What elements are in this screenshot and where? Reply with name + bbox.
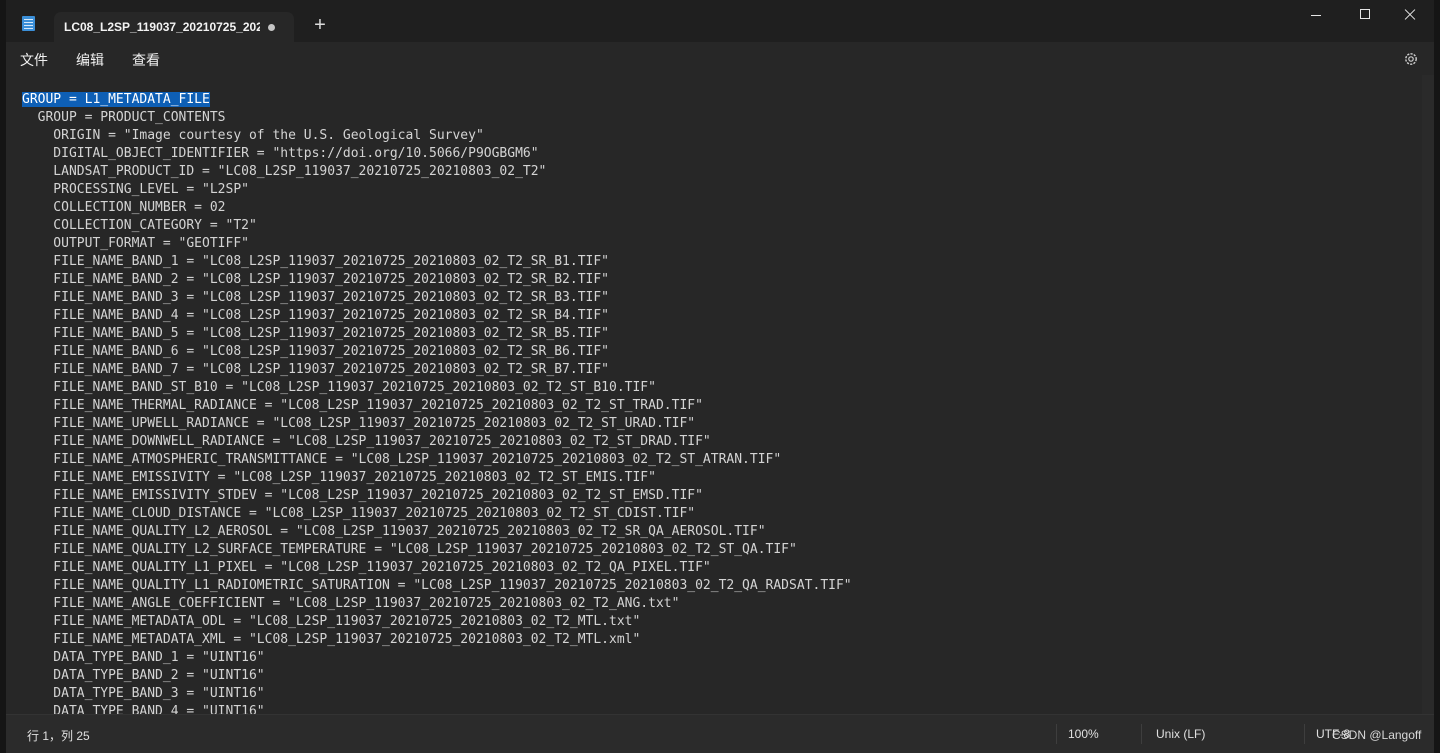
- close-button[interactable]: [1391, 4, 1431, 26]
- editor-line[interactable]: DATA_TYPE_BAND_1 = "UINT16": [22, 649, 852, 667]
- line-text: FILE_NAME_UPWELL_RADIANCE = "LC08_L2SP_1…: [22, 416, 696, 431]
- line-text: LANDSAT_PRODUCT_ID = "LC08_L2SP_119037_2…: [22, 164, 547, 179]
- editor-line[interactable]: COLLECTION_CATEGORY = "T2": [22, 217, 852, 235]
- line-text: FILE_NAME_BAND_5 = "LC08_L2SP_119037_202…: [22, 326, 609, 341]
- editor-line[interactable]: GROUP = PRODUCT_CONTENTS: [22, 109, 852, 127]
- editor-line[interactable]: FILE_NAME_QUALITY_L1_RADIOMETRIC_SATURAT…: [22, 577, 852, 595]
- line-text: FILE_NAME_BAND_6 = "LC08_L2SP_119037_202…: [22, 344, 609, 359]
- editor-line[interactable]: DATA_TYPE_BAND_3 = "UINT16": [22, 685, 852, 703]
- status-divider: [1304, 724, 1305, 744]
- new-tab-plus-icon[interactable]: +: [310, 14, 330, 36]
- menu-edit[interactable]: 编辑: [76, 50, 104, 70]
- line-text: FILE_NAME_METADATA_ODL = "LC08_L2SP_1190…: [22, 614, 641, 629]
- line-text: FILE_NAME_BAND_3 = "LC08_L2SP_119037_202…: [22, 290, 609, 305]
- status-divider: [1056, 724, 1057, 744]
- editor-line[interactable]: FILE_NAME_METADATA_XML = "LC08_L2SP_1190…: [22, 631, 852, 649]
- tab-title: LC08_L2SP_119037_20210725_20210803_02_T2…: [64, 20, 260, 34]
- editor-line[interactable]: COLLECTION_NUMBER = 02: [22, 199, 852, 217]
- unsaved-dot-icon[interactable]: [268, 24, 275, 31]
- editor-line[interactable]: ORIGIN = "Image courtesy of the U.S. Geo…: [22, 127, 852, 145]
- line-text: FILE_NAME_EMISSIVITY = "LC08_L2SP_119037…: [22, 470, 656, 485]
- editor-line[interactable]: FILE_NAME_QUALITY_L2_SURFACE_TEMPERATURE…: [22, 541, 852, 559]
- editor-line[interactable]: FILE_NAME_QUALITY_L2_AEROSOL = "LC08_L2S…: [22, 523, 852, 541]
- selected-text: GROUP = L1_METADATA_FILE: [22, 92, 210, 107]
- status-bar: 行 1，列 25 100% Unix (LF) UTF-8: [6, 714, 1434, 753]
- line-text: FILE_NAME_DOWNWELL_RADIANCE = "LC08_L2SP…: [22, 434, 711, 449]
- line-text: PROCESSING_LEVEL = "L2SP": [22, 182, 249, 197]
- settings-gear-icon[interactable]: [1403, 51, 1419, 67]
- watermark-text: CSDN @Langoff: [1332, 728, 1422, 742]
- zoom-level[interactable]: 100%: [1068, 727, 1099, 741]
- editor-line[interactable]: FILE_NAME_BAND_ST_B10 = "LC08_L2SP_11903…: [22, 379, 852, 397]
- editor-line[interactable]: FILE_NAME_BAND_3 = "LC08_L2SP_119037_202…: [22, 289, 852, 307]
- minimize-button[interactable]: [1296, 4, 1336, 26]
- line-text: ORIGIN = "Image courtesy of the U.S. Geo…: [22, 128, 484, 143]
- editor-line[interactable]: OUTPUT_FORMAT = "GEOTIFF": [22, 235, 852, 253]
- editor-line[interactable]: FILE_NAME_ANGLE_COEFFICIENT = "LC08_L2SP…: [22, 595, 852, 613]
- menu-file[interactable]: 文件: [20, 50, 48, 70]
- editor-line[interactable]: GROUP = L1_METADATA_FILE: [22, 91, 852, 109]
- line-text: DATA_TYPE_BAND_1 = "UINT16": [22, 650, 265, 665]
- menu-view[interactable]: 查看: [132, 50, 160, 70]
- notepad-app-icon: [22, 16, 35, 31]
- menu-bar: 文件 编辑 查看: [6, 42, 1434, 75]
- editor-line[interactable]: FILE_NAME_BAND_7 = "LC08_L2SP_119037_202…: [22, 361, 852, 379]
- maximize-button[interactable]: [1345, 4, 1385, 26]
- editor-content[interactable]: GROUP = L1_METADATA_FILE GROUP = PRODUCT…: [22, 91, 852, 714]
- editor-line[interactable]: FILE_NAME_CLOUD_DISTANCE = "LC08_L2SP_11…: [22, 505, 852, 523]
- line-text: OUTPUT_FORMAT = "GEOTIFF": [22, 236, 249, 251]
- line-text: FILE_NAME_QUALITY_L1_PIXEL = "LC08_L2SP_…: [22, 560, 711, 575]
- line-text: FILE_NAME_QUALITY_L1_RADIOMETRIC_SATURAT…: [22, 578, 852, 593]
- background-right-edge: [1434, 0, 1440, 753]
- line-text: FILE_NAME_QUALITY_L2_SURFACE_TEMPERATURE…: [22, 542, 797, 557]
- line-text: FILE_NAME_ATMOSPHERIC_TRANSMITTANCE = "L…: [22, 452, 782, 467]
- line-text: FILE_NAME_BAND_4 = "LC08_L2SP_119037_202…: [22, 308, 609, 323]
- editor-line[interactable]: FILE_NAME_QUALITY_L1_PIXEL = "LC08_L2SP_…: [22, 559, 852, 577]
- editor-line[interactable]: DIGITAL_OBJECT_IDENTIFIER = "https://doi…: [22, 145, 852, 163]
- line-text: FILE_NAME_CLOUD_DISTANCE = "LC08_L2SP_11…: [22, 506, 696, 521]
- line-ending[interactable]: Unix (LF): [1156, 727, 1205, 741]
- cursor-position: 行 1，列 25: [27, 729, 90, 743]
- line-text: FILE_NAME_THERMAL_RADIANCE = "LC08_L2SP_…: [22, 398, 703, 413]
- notepad-window: LC08_L2SP_119037_20210725_20210803_02_T2…: [6, 0, 1434, 753]
- line-text: FILE_NAME_ANGLE_COEFFICIENT = "LC08_L2SP…: [22, 596, 680, 611]
- line-text: DATA_TYPE_BAND_3 = "UINT16": [22, 686, 265, 701]
- editor-line[interactable]: FILE_NAME_THERMAL_RADIANCE = "LC08_L2SP_…: [22, 397, 852, 415]
- editor-line[interactable]: FILE_NAME_BAND_1 = "LC08_L2SP_119037_202…: [22, 253, 852, 271]
- editor-line[interactable]: FILE_NAME_BAND_5 = "LC08_L2SP_119037_202…: [22, 325, 852, 343]
- vertical-scrollbar[interactable]: [1422, 75, 1434, 714]
- editor-line[interactable]: FILE_NAME_BAND_4 = "LC08_L2SP_119037_202…: [22, 307, 852, 325]
- editor-line[interactable]: FILE_NAME_ATMOSPHERIC_TRANSMITTANCE = "L…: [22, 451, 852, 469]
- line-text: DATA_TYPE_BAND_4 = "UINT16": [22, 704, 265, 714]
- editor-line[interactable]: FILE_NAME_BAND_6 = "LC08_L2SP_119037_202…: [22, 343, 852, 361]
- editor-line[interactable]: DATA_TYPE_BAND_2 = "UINT16": [22, 667, 852, 685]
- line-text: COLLECTION_NUMBER = 02: [22, 200, 226, 215]
- editor-line[interactable]: LANDSAT_PRODUCT_ID = "LC08_L2SP_119037_2…: [22, 163, 852, 181]
- editor-line[interactable]: FILE_NAME_EMISSIVITY = "LC08_L2SP_119037…: [22, 469, 852, 487]
- line-text: FILE_NAME_BAND_ST_B10 = "LC08_L2SP_11903…: [22, 380, 656, 395]
- line-text: FILE_NAME_EMISSIVITY_STDEV = "LC08_L2SP_…: [22, 488, 703, 503]
- editor-line[interactable]: PROCESSING_LEVEL = "L2SP": [22, 181, 852, 199]
- line-text: FILE_NAME_BAND_1 = "LC08_L2SP_119037_202…: [22, 254, 609, 269]
- line-text: FILE_NAME_QUALITY_L2_AEROSOL = "LC08_L2S…: [22, 524, 766, 539]
- line-text: GROUP = PRODUCT_CONTENTS: [22, 110, 226, 125]
- line-text: FILE_NAME_BAND_2 = "LC08_L2SP_119037_202…: [22, 272, 609, 287]
- text-editor[interactable]: GROUP = L1_METADATA_FILE GROUP = PRODUCT…: [6, 75, 1434, 714]
- line-text: FILE_NAME_METADATA_XML = "LC08_L2SP_1190…: [22, 632, 641, 647]
- tab-document[interactable]: LC08_L2SP_119037_20210725_20210803_02_T2…: [54, 12, 294, 42]
- editor-line[interactable]: FILE_NAME_METADATA_ODL = "LC08_L2SP_1190…: [22, 613, 852, 631]
- line-text: COLLECTION_CATEGORY = "T2": [22, 218, 257, 233]
- editor-line[interactable]: FILE_NAME_DOWNWELL_RADIANCE = "LC08_L2SP…: [22, 433, 852, 451]
- editor-line[interactable]: DATA_TYPE_BAND_4 = "UINT16": [22, 703, 852, 714]
- editor-line[interactable]: FILE_NAME_BAND_2 = "LC08_L2SP_119037_202…: [22, 271, 852, 289]
- line-text: FILE_NAME_BAND_7 = "LC08_L2SP_119037_202…: [22, 362, 609, 377]
- line-text: DATA_TYPE_BAND_2 = "UINT16": [22, 668, 265, 683]
- editor-line[interactable]: FILE_NAME_UPWELL_RADIANCE = "LC08_L2SP_1…: [22, 415, 852, 433]
- line-text: DIGITAL_OBJECT_IDENTIFIER = "https://doi…: [22, 146, 539, 161]
- status-divider: [1141, 724, 1142, 744]
- editor-line[interactable]: FILE_NAME_EMISSIVITY_STDEV = "LC08_L2SP_…: [22, 487, 852, 505]
- title-bar: LC08_L2SP_119037_20210725_20210803_02_T2…: [6, 0, 1434, 42]
